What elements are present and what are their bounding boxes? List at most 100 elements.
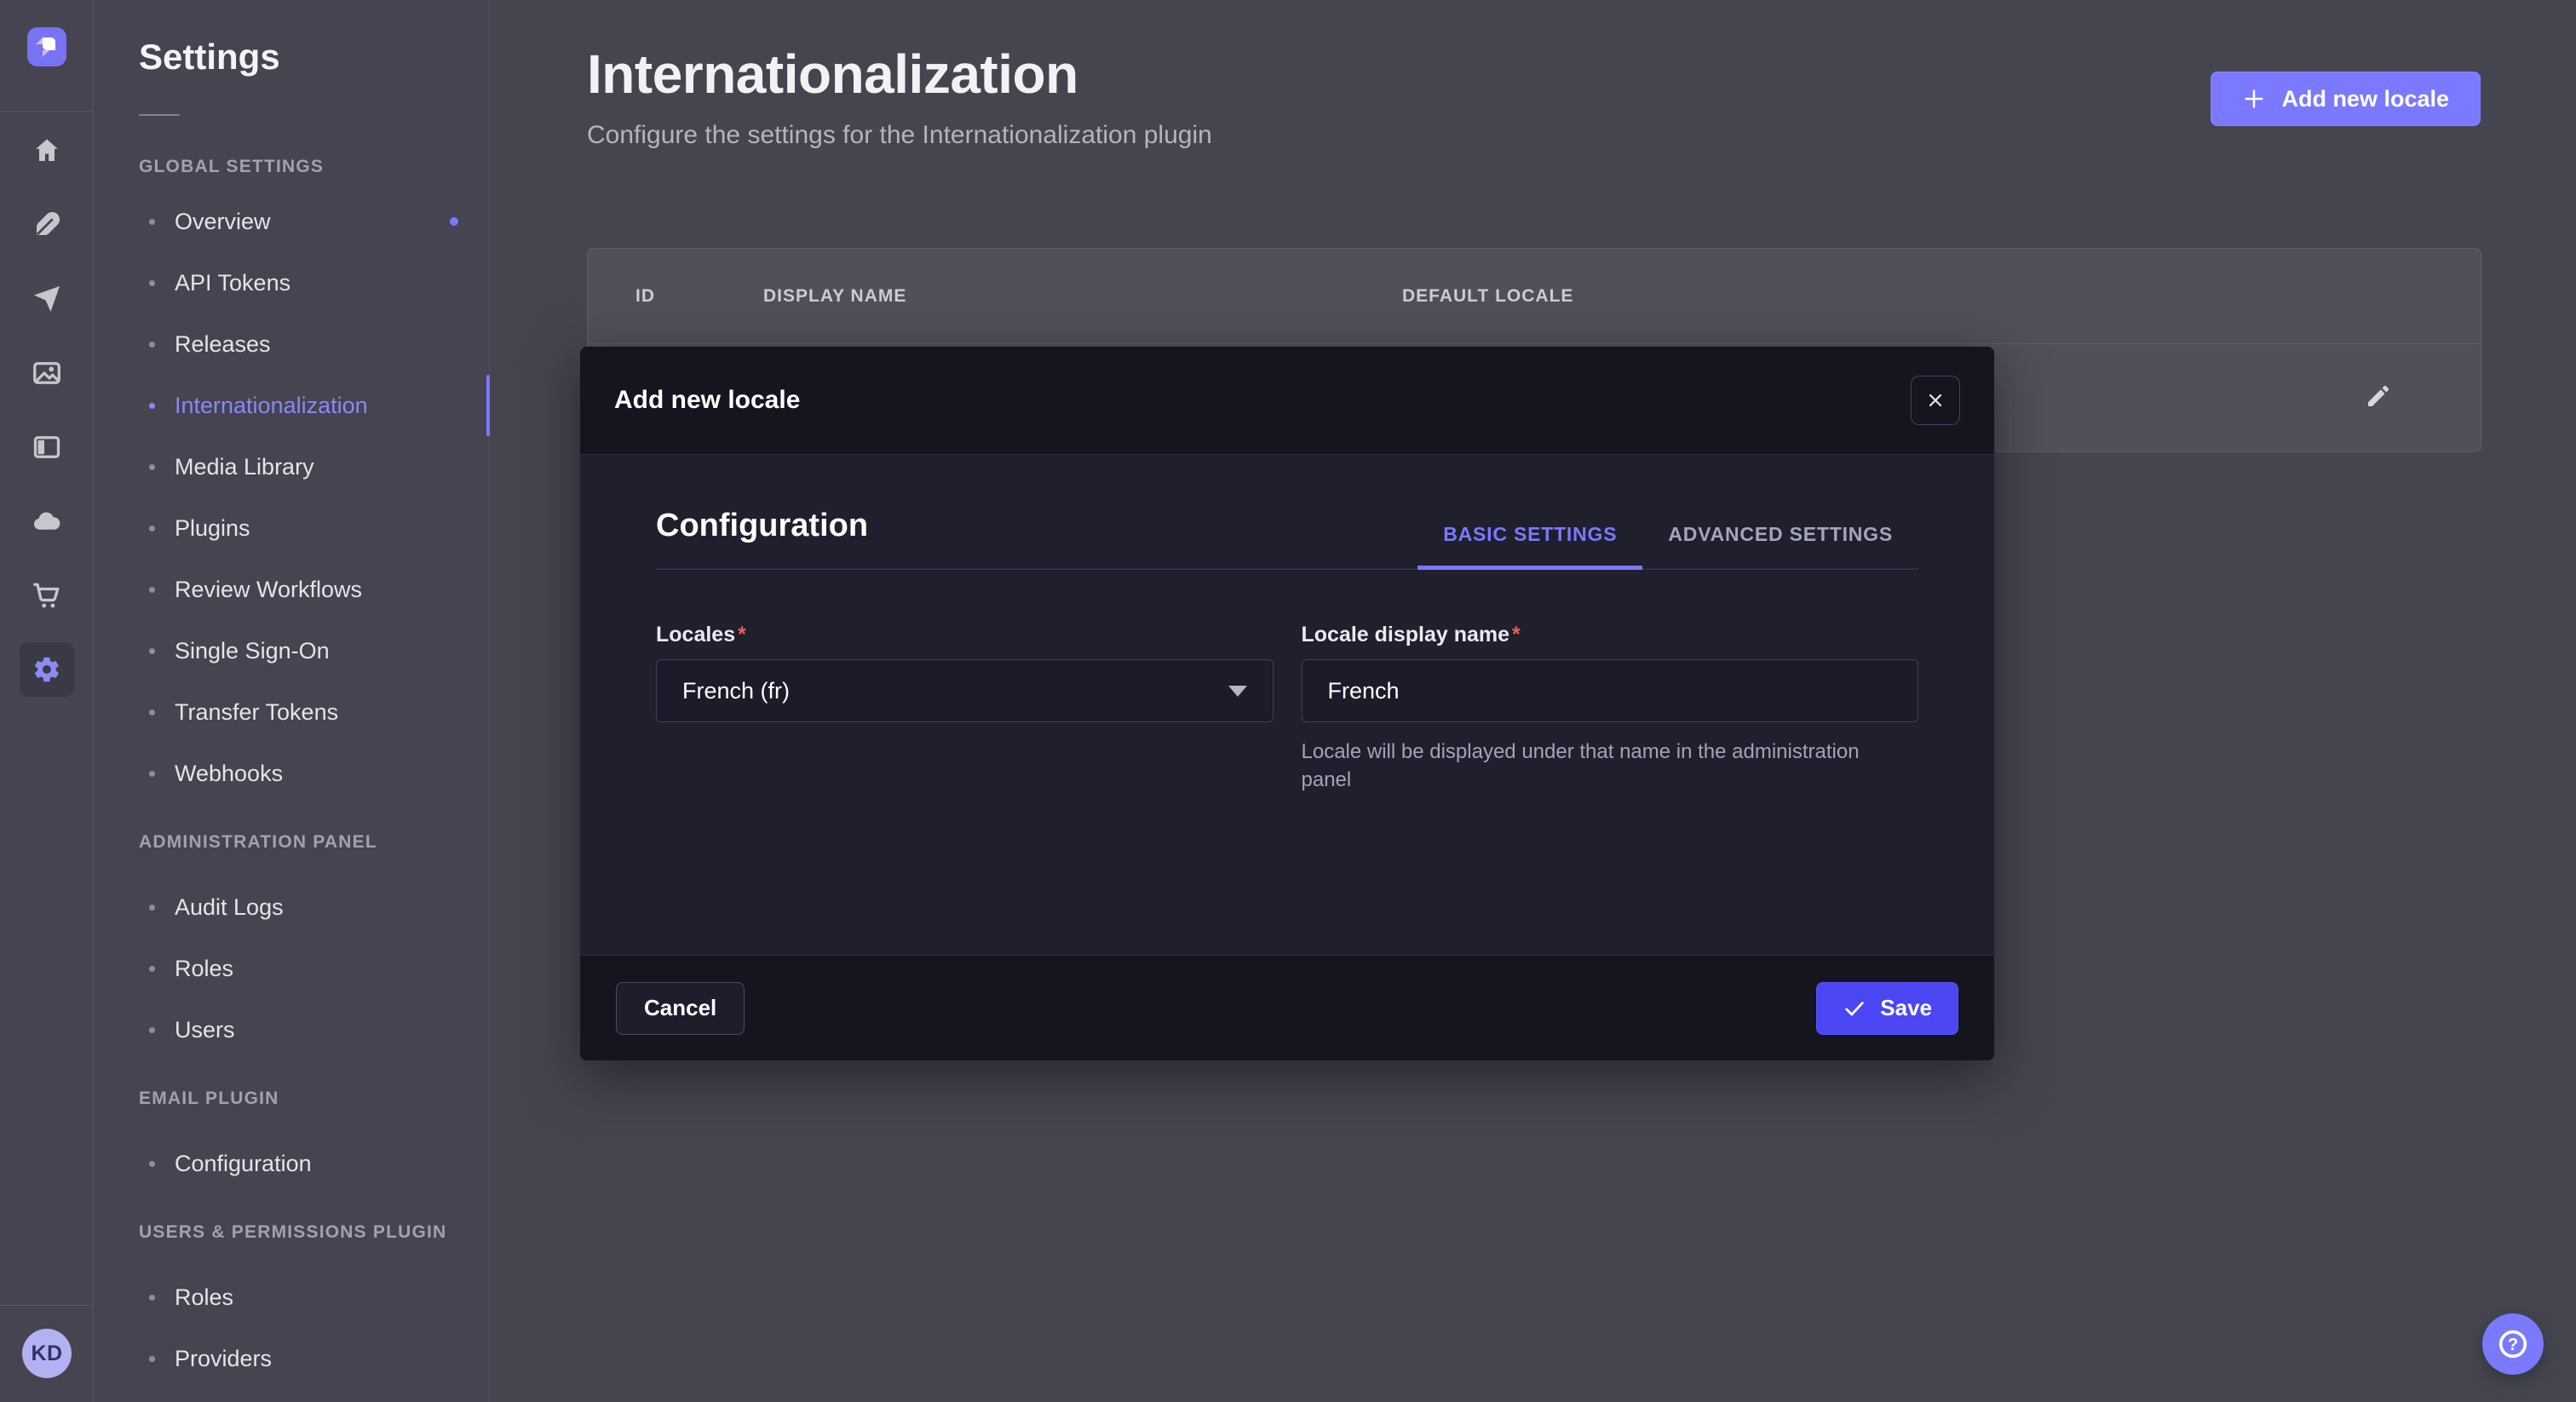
nav-releases[interactable] — [0, 261, 93, 336]
modal-header: Add new locale — [580, 347, 1994, 455]
pencil-icon — [2365, 382, 2392, 410]
nav-marketplace[interactable] — [0, 558, 93, 632]
sidebar-item-label: Media Library — [175, 454, 314, 480]
cloud-icon — [32, 506, 62, 537]
column-display-name: DISPLAY NAME — [763, 286, 1402, 307]
sidebar-item-audit-logs[interactable]: Audit Logs — [95, 876, 489, 938]
nav-content-manager[interactable] — [0, 187, 93, 261]
sidebar-item-label: Configuration — [175, 1151, 312, 1177]
avatar[interactable]: KD — [22, 1329, 72, 1378]
locales-field: Locales* French (fr) — [656, 623, 1274, 814]
sidebar-item-roles-admin[interactable]: Roles — [95, 938, 489, 999]
gear-icon — [32, 655, 61, 684]
modal-title: Add new locale — [614, 386, 800, 415]
main-nav-rail: KD — [0, 0, 94, 1402]
locales-label: Locales* — [656, 623, 1274, 647]
save-button[interactable]: Save — [1816, 982, 1958, 1035]
sidebar-item-label: Releases — [175, 331, 271, 358]
sidebar-item-review-workflows[interactable]: Review Workflows — [95, 559, 489, 620]
group-users-permissions-plugin: Roles Providers — [95, 1267, 489, 1389]
sidebar-item-label: Internationalization — [175, 393, 368, 419]
sidebar-item-media-library[interactable]: Media Library — [95, 436, 489, 497]
sidebar-item-label: Providers — [175, 1346, 272, 1372]
column-id: ID — [635, 286, 763, 307]
sidebar-item-single-sign-on[interactable]: Single Sign-On — [95, 620, 489, 681]
strapi-logo[interactable] — [27, 27, 66, 66]
sidebar-item-label: Roles — [175, 1284, 233, 1311]
strapi-logo-icon — [27, 27, 66, 66]
cancel-button[interactable]: Cancel — [616, 982, 745, 1035]
group-label-global-settings: GLOBAL SETTINGS — [139, 157, 489, 177]
display-name-label-text: Locale display name — [1302, 623, 1510, 646]
sidebar-item-internationalization[interactable]: Internationalization — [95, 375, 489, 436]
notification-dot — [450, 217, 458, 226]
add-new-locale-button[interactable]: Add new locale — [2211, 72, 2481, 126]
svg-text:?: ? — [2508, 1336, 2518, 1354]
sidebar-item-configuration[interactable]: Configuration — [95, 1133, 489, 1194]
sidebar-item-webhooks[interactable]: Webhooks — [95, 743, 489, 804]
paper-plane-icon — [32, 284, 62, 314]
required-marker: * — [738, 623, 746, 646]
nav-content-type-builder[interactable] — [0, 410, 93, 484]
sidebar-item-label: Plugins — [175, 515, 250, 542]
settings-sidebar: Settings GLOBAL SETTINGS Overview API To… — [95, 0, 490, 1402]
nav-settings[interactable] — [0, 632, 93, 706]
save-label: Save — [1880, 995, 1932, 1021]
check-icon — [1843, 997, 1866, 1020]
close-modal-button[interactable] — [1911, 376, 1960, 425]
sidebar-item-releases[interactable]: Releases — [95, 313, 489, 375]
sidebar-item-overview[interactable]: Overview — [95, 191, 489, 252]
sidebar-item-label: Transfer Tokens — [175, 699, 338, 726]
tab-advanced-settings[interactable]: ADVANCED SETTINGS — [1642, 523, 1918, 570]
tab-basic-settings[interactable]: BASIC SETTINGS — [1417, 523, 1642, 570]
column-default-locale: DEFAULT LOCALE — [1402, 286, 2344, 307]
locales-select[interactable]: French (fr) — [656, 659, 1274, 722]
group-administration-panel: Audit Logs Roles Users — [95, 876, 489, 1060]
sidebar-item-label: Webhooks — [175, 761, 283, 787]
home-icon — [32, 135, 62, 166]
sidebar-item-label: Audit Logs — [175, 894, 284, 921]
settings-active-background — [20, 642, 74, 697]
sidebar-item-label: Roles — [175, 956, 233, 982]
nav-cloud[interactable] — [0, 484, 93, 558]
active-indicator — [486, 375, 490, 436]
sidebar-item-transfer-tokens[interactable]: Transfer Tokens — [95, 681, 489, 743]
group-label-users-permissions-plugin: USERS & PERMISSIONS PLUGIN — [139, 1222, 489, 1243]
sidebar-item-roles-up[interactable]: Roles — [95, 1267, 489, 1328]
layout-icon — [32, 432, 62, 463]
display-name-input[interactable] — [1302, 659, 1919, 722]
help-button[interactable]: ? — [2482, 1313, 2544, 1375]
modal-footer: Cancel Save — [580, 955, 1994, 1060]
group-label-email-plugin: EMAIL PLUGIN — [139, 1089, 489, 1109]
form-fields: Locales* French (fr) Locale display name… — [656, 623, 1918, 814]
sidebar-item-label: Single Sign-On — [175, 638, 330, 664]
sidebar-item-label: Review Workflows — [175, 577, 362, 603]
settings-tabs: BASIC SETTINGS ADVANCED SETTINGS — [1417, 523, 1918, 568]
required-marker: * — [1512, 623, 1521, 646]
sidebar-item-api-tokens[interactable]: API Tokens — [95, 252, 489, 313]
table-header-row: ID DISPLAY NAME DEFAULT LOCALE — [588, 249, 2481, 344]
modal-body: Configuration BASIC SETTINGS ADVANCED SE… — [580, 455, 1994, 955]
sidebar-item-users[interactable]: Users — [95, 999, 489, 1060]
sidebar-item-plugins[interactable]: Plugins — [95, 497, 489, 559]
question-icon: ? — [2496, 1327, 2530, 1361]
add-new-locale-modal: Add new locale Configuration BASIC SETTI… — [580, 347, 1994, 1060]
display-name-field: Locale display name* Locale will be disp… — [1302, 623, 1919, 814]
configuration-header: Configuration BASIC SETTINGS ADVANCED SE… — [656, 508, 1918, 570]
locales-label-text: Locales — [656, 623, 735, 646]
add-new-locale-label: Add new locale — [2281, 86, 2449, 112]
display-name-hint: Locale will be displayed under that name… — [1302, 738, 1898, 794]
title-underline — [139, 114, 180, 116]
chevron-down-icon — [1228, 686, 1247, 697]
nav-media-library[interactable] — [0, 336, 93, 410]
sidebar-item-label: Overview — [175, 209, 271, 235]
group-label-administration-panel: ADMINISTRATION PANEL — [139, 832, 489, 853]
sidebar-item-label: Users — [175, 1017, 235, 1043]
sidebar-item-providers[interactable]: Providers — [95, 1328, 489, 1389]
section-title: Configuration — [656, 508, 868, 544]
close-icon — [1925, 390, 1946, 411]
locales-selected-value: French (fr) — [682, 678, 790, 704]
edit-locale-button[interactable] — [2358, 376, 2399, 419]
nav-home[interactable] — [0, 113, 93, 187]
group-global-settings: Overview API Tokens Releases Internation… — [95, 191, 489, 804]
